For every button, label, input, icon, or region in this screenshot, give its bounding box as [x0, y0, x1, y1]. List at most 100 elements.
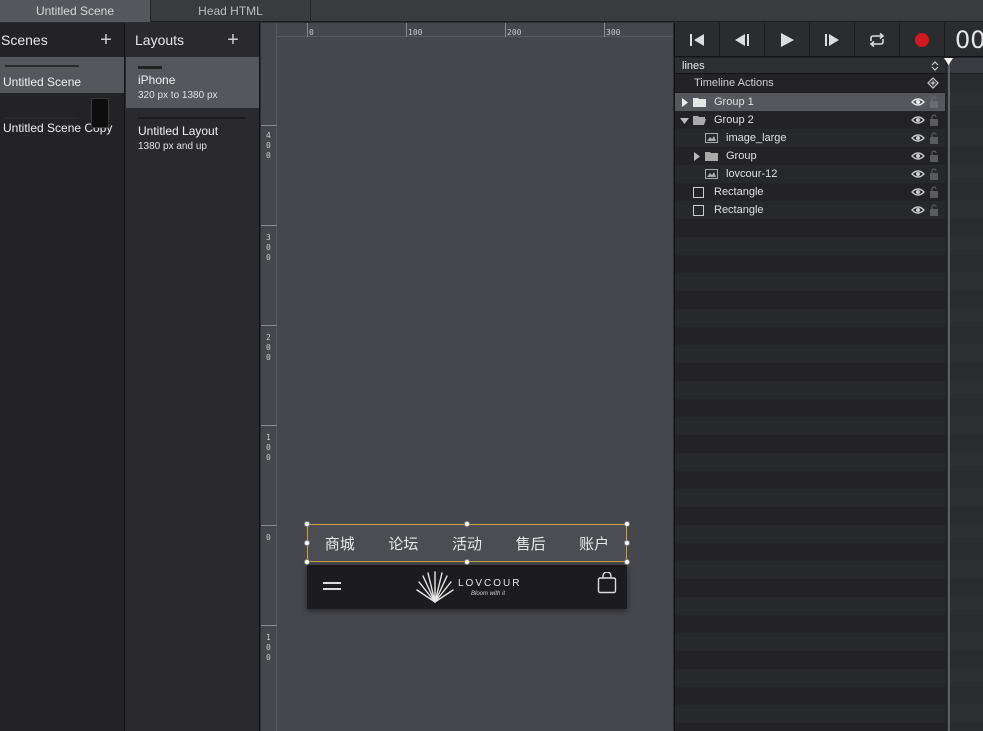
- lock-icon[interactable]: [929, 114, 939, 126]
- resize-handle[interactable]: [464, 521, 470, 527]
- layer-list: lines Timeline Actions Group 1 Group 2 i…: [675, 58, 945, 731]
- lock-icon[interactable]: [929, 186, 939, 198]
- hamburger-menu-icon[interactable]: [323, 579, 341, 593]
- layout-item-untitled-layout[interactable]: Untitled Layout 1380 px and up: [126, 108, 259, 159]
- layout-range: 1380 px and up: [138, 141, 207, 152]
- document-tab-bar: Untitled Scene Head HTML: [0, 0, 983, 22]
- record-button[interactable]: [900, 23, 945, 57]
- ruler-label: 1 0 0: [266, 633, 271, 662]
- layer-row[interactable]: Group 1: [675, 93, 945, 111]
- step-back-icon: [735, 34, 749, 46]
- lock-icon[interactable]: [929, 204, 939, 216]
- nav-item-shop[interactable]: 商城: [325, 533, 355, 554]
- ruler-label: 4 0 0: [266, 131, 271, 160]
- layer-row[interactable]: image_large: [675, 129, 945, 147]
- layer-row[interactable]: Group 2: [675, 111, 945, 129]
- timeline-track-area[interactable]: [944, 58, 983, 731]
- open-folder-icon: [693, 116, 706, 125]
- layer-row[interactable]: lovcour-12: [675, 165, 945, 183]
- go-to-start-button[interactable]: [675, 23, 720, 57]
- resize-handle[interactable]: [304, 521, 310, 527]
- layer-label: Group 1: [714, 96, 754, 108]
- visibility-eye-icon[interactable]: [911, 97, 925, 107]
- timeline-actions-row[interactable]: Timeline Actions: [675, 74, 945, 93]
- lock-icon[interactable]: [929, 96, 939, 108]
- timeline-panel: 00 lines Timeline Actions Group 1 Group …: [674, 23, 983, 731]
- scenes-panel: Scenes + Untitled Scene Untitled Scene C…: [0, 23, 125, 731]
- shopping-bag-icon[interactable]: [597, 572, 617, 594]
- layouts-title: Layouts: [135, 32, 185, 48]
- rectangle-icon: [693, 187, 704, 198]
- ruler-label: 300: [606, 28, 621, 37]
- animation-selector[interactable]: lines: [675, 58, 945, 74]
- scene-item-untitled-scene[interactable]: Untitled Scene: [0, 57, 124, 93]
- lock-icon[interactable]: [929, 168, 939, 180]
- timecode-display: 00: [955, 26, 983, 54]
- visibility-eye-icon[interactable]: [911, 115, 925, 125]
- tab-head-html[interactable]: Head HTML: [151, 0, 311, 22]
- loop-icon: [869, 32, 885, 48]
- lovcour-logo: LOVCOUR Bloom with it: [413, 570, 521, 604]
- visibility-eye-icon[interactable]: [911, 187, 925, 197]
- loop-button[interactable]: [855, 23, 900, 57]
- ruler-label: 0: [266, 533, 271, 542]
- layout-width-indicator: [138, 117, 245, 119]
- visibility-eye-icon[interactable]: [911, 205, 925, 215]
- image-icon: [705, 133, 718, 143]
- add-layout-button[interactable]: +: [221, 28, 245, 52]
- layout-range: 320 px to 1380 px: [138, 90, 218, 101]
- scene-thumbnail: [5, 117, 79, 119]
- nav-item-forum[interactable]: 论坛: [388, 533, 418, 554]
- resize-handle[interactable]: [304, 540, 310, 546]
- step-forward-icon: [825, 34, 839, 46]
- ruler-label: 3 0 0: [266, 233, 271, 262]
- folder-icon: [693, 98, 706, 107]
- app-window: Untitled Scene Head HTML Scenes + Untitl…: [0, 0, 983, 731]
- layer-row[interactable]: Rectangle: [675, 201, 945, 219]
- visibility-eye-icon[interactable]: [911, 133, 925, 143]
- ruler-label: 0: [309, 28, 314, 37]
- peacock-fan-icon: [416, 571, 454, 603]
- scenes-title: Scenes: [1, 32, 48, 48]
- visibility-eye-icon[interactable]: [911, 151, 925, 161]
- layer-label: Group 2: [714, 114, 754, 126]
- layout-item-iphone[interactable]: iPhone 320 px to 1380 px: [126, 57, 259, 108]
- rectangle-icon: [693, 205, 704, 216]
- add-scene-button[interactable]: +: [94, 28, 118, 52]
- visibility-eye-icon[interactable]: [911, 169, 925, 179]
- layer-row[interactable]: Group: [675, 147, 945, 165]
- transport-controls: [675, 23, 983, 57]
- phone-stage: 商城 论坛 活动 售后 账户 LOVCOUR Bloom with it: [304, 521, 630, 609]
- play-button[interactable]: [765, 23, 810, 57]
- scene-thumbnail: [5, 65, 79, 67]
- layouts-header: Layouts +: [126, 23, 259, 57]
- layout-name: Untitled Layout: [138, 124, 219, 138]
- disclosure-open-icon[interactable]: [680, 117, 689, 125]
- timeline-actions-label: Timeline Actions: [694, 77, 774, 89]
- step-back-button[interactable]: [720, 23, 765, 57]
- nav-item-aftersales[interactable]: 售后: [516, 533, 546, 554]
- step-forward-button[interactable]: [810, 23, 855, 57]
- scene-canvas[interactable]: 0 100 200 300 4 0 0 3 0 0 2 0 0 1 0 0 0 …: [261, 23, 673, 731]
- add-keyframe-icon[interactable]: [927, 77, 939, 89]
- ruler-label: 200: [507, 28, 522, 37]
- site-header[interactable]: LOVCOUR Bloom with it: [307, 565, 627, 609]
- disclosure-closed-icon[interactable]: [693, 152, 701, 161]
- logo-wordmark: LOVCOUR: [458, 578, 522, 589]
- lock-icon[interactable]: [929, 132, 939, 144]
- playhead-marker-icon[interactable]: [944, 58, 953, 65]
- lock-icon[interactable]: [929, 150, 939, 162]
- empty-layer-area: [675, 219, 945, 731]
- resize-handle[interactable]: [624, 540, 630, 546]
- nav-item-account[interactable]: 账户: [579, 533, 609, 554]
- selected-nav-group[interactable]: 商城 论坛 活动 售后 账户: [307, 524, 627, 562]
- resize-handle[interactable]: [624, 521, 630, 527]
- nav-item-events[interactable]: 活动: [452, 533, 482, 554]
- vertical-ruler[interactable]: 4 0 0 3 0 0 2 0 0 1 0 0 0 1 0 0: [261, 23, 277, 731]
- logo-tagline: Bloom with it: [471, 591, 506, 597]
- scene-item-untitled-scene-copy[interactable]: Untitled Scene Copy: [0, 93, 124, 148]
- tab-untitled-scene[interactable]: Untitled Scene: [0, 0, 151, 22]
- layer-row[interactable]: Rectangle: [675, 183, 945, 201]
- horizontal-ruler[interactable]: 0 100 200 300: [277, 23, 673, 37]
- disclosure-closed-icon[interactable]: [681, 98, 689, 107]
